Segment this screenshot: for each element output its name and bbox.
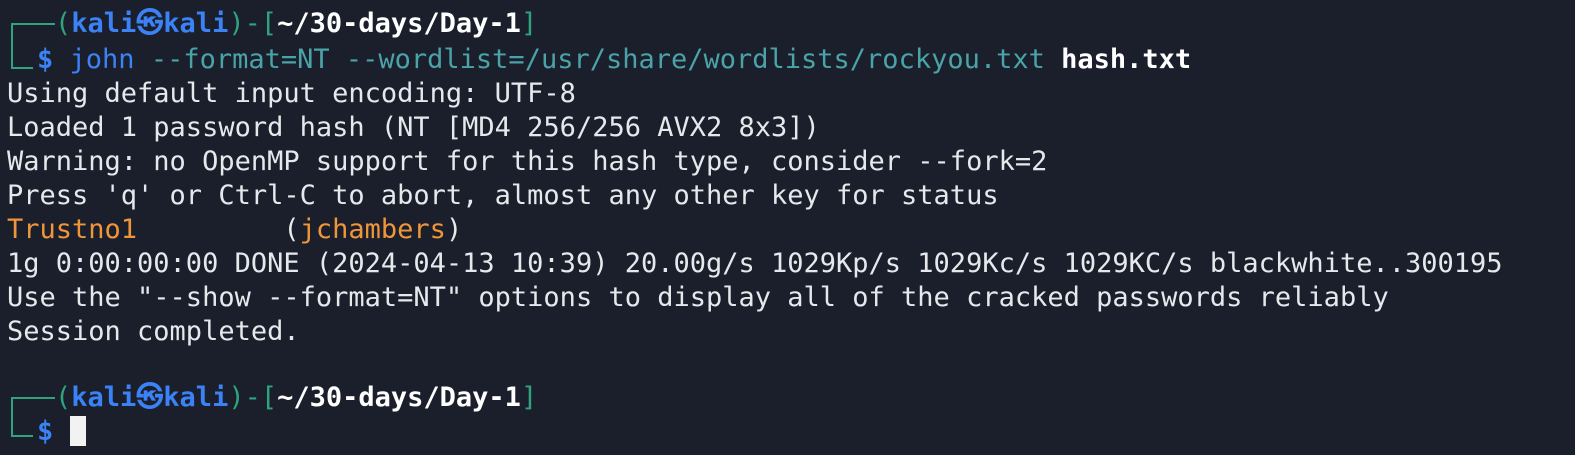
prompt-dollar: $ bbox=[37, 44, 54, 75]
output-line: Using default input encoding: UTF-8 bbox=[7, 78, 576, 109]
kali-skull-icon: ㉿ bbox=[136, 8, 164, 39]
cracked-line: Trustno1 (jchambers) bbox=[7, 213, 462, 247]
prompt-frame-vertical bbox=[11, 397, 13, 437]
prompt-user: kali bbox=[71, 8, 137, 39]
command-program: john bbox=[69, 44, 135, 75]
output-line: Loaded 1 password hash (NT [MD4 256/256 … bbox=[7, 112, 820, 143]
prompt-path: ~/30-days/Day-1 bbox=[277, 8, 521, 39]
cracked-spacing bbox=[137, 214, 283, 245]
input-line[interactable]: $ bbox=[37, 415, 86, 449]
command-file: hash.txt bbox=[1061, 44, 1192, 75]
prompt-host: kali bbox=[163, 8, 229, 39]
prompt-user: kali bbox=[71, 382, 137, 413]
prompt-dollar: $ bbox=[37, 416, 54, 447]
prompt-open-paren: ( bbox=[55, 382, 72, 413]
terminal-window[interactable]: (kali㉿kali)-[~/30-days/Day-1] $ john --f… bbox=[0, 0, 1575, 455]
prompt-frame-vertical bbox=[11, 23, 13, 69]
prompt-frame-bottom bbox=[11, 67, 33, 69]
prompt-close-bracket: ] bbox=[520, 8, 538, 39]
prompt-close-dash: )-[ bbox=[228, 8, 278, 39]
prompt-header: (kali㉿kali)-[~/30-days/Day-1] bbox=[55, 381, 537, 415]
status-line: 1g 0:00:00:00 DONE (2024-04-13 10:39) 20… bbox=[7, 248, 1503, 279]
cracked-close-paren: ) bbox=[445, 214, 463, 245]
prompt-frame-bottom bbox=[11, 435, 33, 437]
kali-skull-icon: ㉿ bbox=[136, 382, 164, 413]
output-line: Press 'q' or Ctrl-C to abort, almost any… bbox=[7, 180, 999, 211]
cracked-password: Trustno1 bbox=[7, 214, 138, 245]
output-line: Warning: no OpenMP support for this hash… bbox=[7, 146, 1048, 177]
prompt-path: ~/30-days/Day-1 bbox=[277, 382, 521, 413]
command-line: $ john --format=NT --wordlist=/usr/share… bbox=[37, 43, 1191, 77]
show-hint-line: Use the "--show --format=NT" options to … bbox=[7, 282, 1389, 313]
prompt-header: (kali㉿kali)-[~/30-days/Day-1] bbox=[55, 7, 537, 41]
cracked-user: jchambers bbox=[299, 214, 446, 245]
prompt-close-dash: )-[ bbox=[228, 382, 278, 413]
cracked-open-paren: ( bbox=[283, 214, 300, 245]
session-line: Session completed. bbox=[7, 316, 300, 347]
prompt-host: kali bbox=[163, 382, 229, 413]
prompt-frame-top bbox=[11, 397, 55, 399]
text-cursor[interactable] bbox=[69, 416, 86, 446]
prompt-open-paren: ( bbox=[55, 8, 72, 39]
prompt-close-bracket: ] bbox=[520, 382, 538, 413]
command-args: --format=NT --wordlist=/usr/share/wordli… bbox=[134, 44, 1062, 75]
prompt-frame-top bbox=[11, 23, 55, 25]
